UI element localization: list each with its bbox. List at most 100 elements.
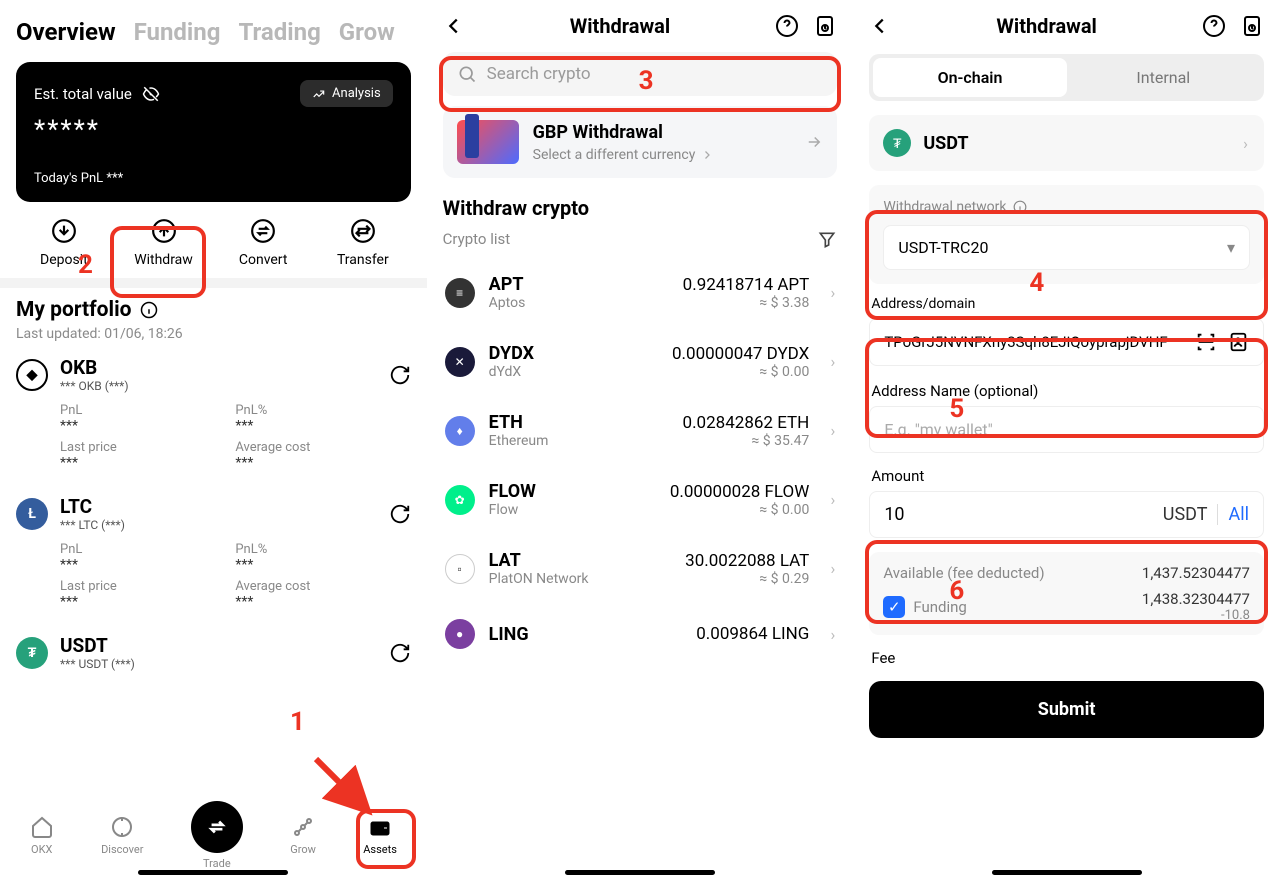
nav-trade-label: Trade [203,857,231,870]
amount-label: Amount [871,467,1262,485]
list-item[interactable]: ▫ LATPlatON Network 30.0022088 LAT≈ $ 0.… [435,534,846,603]
refresh-icon[interactable] [389,642,411,664]
usdt-icon: ₮ [16,637,48,669]
pnlpct-value: *** [235,418,410,434]
coin-approx: ≈ $ 0.00 [672,364,809,380]
pnl-label: PnL [60,542,235,557]
coin-symbol: ETH [489,412,549,433]
coin-amount: 30.0022088 LAT [685,551,809,571]
list-item[interactable]: ✿ FLOWFlow 0.00000028 FLOW≈ $ 0.00 › [435,465,846,534]
pnlpct-value: *** [235,557,410,573]
name-label: Address Name (optional) [871,382,1262,400]
withdraw-icon [149,216,179,246]
portfolio-title: My portfolio [16,298,132,322]
gbp-withdrawal-banner[interactable]: GBP Withdrawal Select a different curren… [443,106,838,178]
list-item[interactable]: ✕ DYDXdYdX 0.00000047 DYDX≈ $ 0.00 › [435,327,846,396]
tab-funding[interactable]: Funding [134,18,221,46]
history-icon[interactable] [813,14,837,38]
filter-icon[interactable] [817,230,837,250]
anno-num-1: 1 [290,707,305,737]
nav-discover-label: Discover [101,843,143,856]
tab-trading[interactable]: Trading [238,18,320,46]
help-icon[interactable] [775,14,799,38]
list-item[interactable]: ● LING 0.009864 LING › [435,603,846,665]
coin-amount: 0.00000028 FLOW [670,482,809,502]
deposit-icon [49,216,79,246]
deposit-button[interactable]: Deposit [14,216,114,268]
amount-all-button[interactable]: All [1217,504,1249,525]
anno-num-5: 5 [949,394,964,424]
portfolio-coin-ltc[interactable]: Ł LTC *** LTC (***) PnL*** PnL%*** Last … [0,481,427,620]
amount-input[interactable]: 10 USDT All [869,491,1264,538]
crypto-list-label: Crypto list [443,230,510,250]
back-icon[interactable] [443,15,465,37]
screen-withdraw-form: Withdrawal On-chain Internal ₮ USDT › Wi… [853,0,1280,881]
banner-subtitle: Select a different currency [533,147,696,163]
tab-overview[interactable]: Overview [16,18,116,46]
coin-amount: 0.009864 LING [696,624,809,644]
fee-label: Fee [871,649,1262,667]
flow-icon: ✿ [445,485,475,515]
nav-discover[interactable]: Discover [101,815,143,856]
convert-button[interactable]: Convert [213,216,313,268]
coin-amount: 0.00000047 DYDX [672,344,809,364]
header: Withdrawal [853,0,1280,48]
portfolio-coin-usdt[interactable]: ₮ USDT *** USDT (***) [0,620,427,681]
coin-subline: *** LTC (***) [60,518,125,532]
portfolio-coin-okb[interactable]: ◆ OKB *** OKB (***) PnL*** PnL%*** Last … [0,342,427,481]
list-item[interactable]: ♦ ETHEthereum 0.02842862 ETH≈ $ 35.47 › [435,396,846,465]
nav-grow-label: Grow [290,843,316,856]
coin-name: dYdX [489,364,534,380]
help-icon[interactable] [1202,14,1226,38]
crypto-list: ≡ APTAptos 0.92418714 APT≈ $ 3.38 › ✕ DY… [427,258,854,665]
list-item[interactable]: ≡ APTAptos 0.92418714 APT≈ $ 3.38 › [435,258,846,327]
funding-checkbox[interactable]: ✓ [883,596,905,618]
withdraw-crypto-heading: Withdraw crypto [427,188,854,222]
pnl-value: *** [60,557,235,573]
seg-internal[interactable]: Internal [1067,58,1260,97]
submit-button[interactable]: Submit [869,681,1264,738]
available-block: Available (fee deducted) 1,437.52304477 … [869,552,1264,635]
nav-okx-label: OKX [31,843,52,856]
transfer-button[interactable]: Transfer [313,216,413,268]
page-title: Withdrawal [570,14,670,38]
lastprice-label: Last price [60,579,235,594]
coin-symbol: APT [489,274,526,295]
seg-onchain[interactable]: On-chain [873,58,1066,97]
refresh-icon[interactable] [389,364,411,386]
ling-icon: ● [445,619,475,649]
chevron-right-icon: › [831,559,836,578]
avgcost-label: Average cost [235,579,410,594]
withdraw-button[interactable]: Withdraw [114,216,214,268]
history-icon[interactable] [1240,14,1264,38]
info-icon[interactable] [140,301,158,319]
coin-symbol: USDT [60,634,135,657]
avgcost-value: *** [235,594,410,610]
portfolio-header: My portfolio Last updated: 01/06, 18:26 [0,288,427,342]
scan-icon[interactable] [1195,331,1217,353]
chevron-right-icon: › [831,625,836,644]
nav-okx[interactable]: OKX [30,815,54,856]
last-updated: Last updated: 01/06, 18:26 [16,326,411,342]
addressbook-icon[interactable] [1227,331,1249,353]
back-icon[interactable] [869,15,891,37]
tab-grow[interactable]: Grow [339,18,395,46]
chevron-right-icon: › [831,490,836,509]
asset-selector[interactable]: ₮ USDT › [869,115,1264,171]
info-icon[interactable] [1013,200,1027,214]
address-input[interactable]: TPoGrJ5NVNFXny3Sqh8EJiQoyprapjDVHF [869,318,1264,366]
card-icon [457,120,519,164]
coin-name: PlatON Network [489,571,589,587]
refresh-icon[interactable] [389,503,411,525]
coin-approx: ≈ $ 0.29 [685,571,809,587]
okb-icon: ◆ [16,359,48,391]
network-selector[interactable]: USDT-TRC20 ▾ [883,225,1250,270]
analysis-button[interactable]: Analysis [300,80,393,107]
name-input[interactable]: E.g. "my wallet" [869,406,1264,453]
apt-icon: ≡ [445,278,475,308]
hide-value-icon[interactable] [142,85,160,103]
coin-name: Aptos [489,295,526,311]
anno-num-2: 2 [78,250,93,280]
nav-trade[interactable]: Trade [191,801,243,870]
address-value: TPoGrJ5NVNFXny3Sqh8EJiQoyprapjDVHF [884,332,1185,353]
